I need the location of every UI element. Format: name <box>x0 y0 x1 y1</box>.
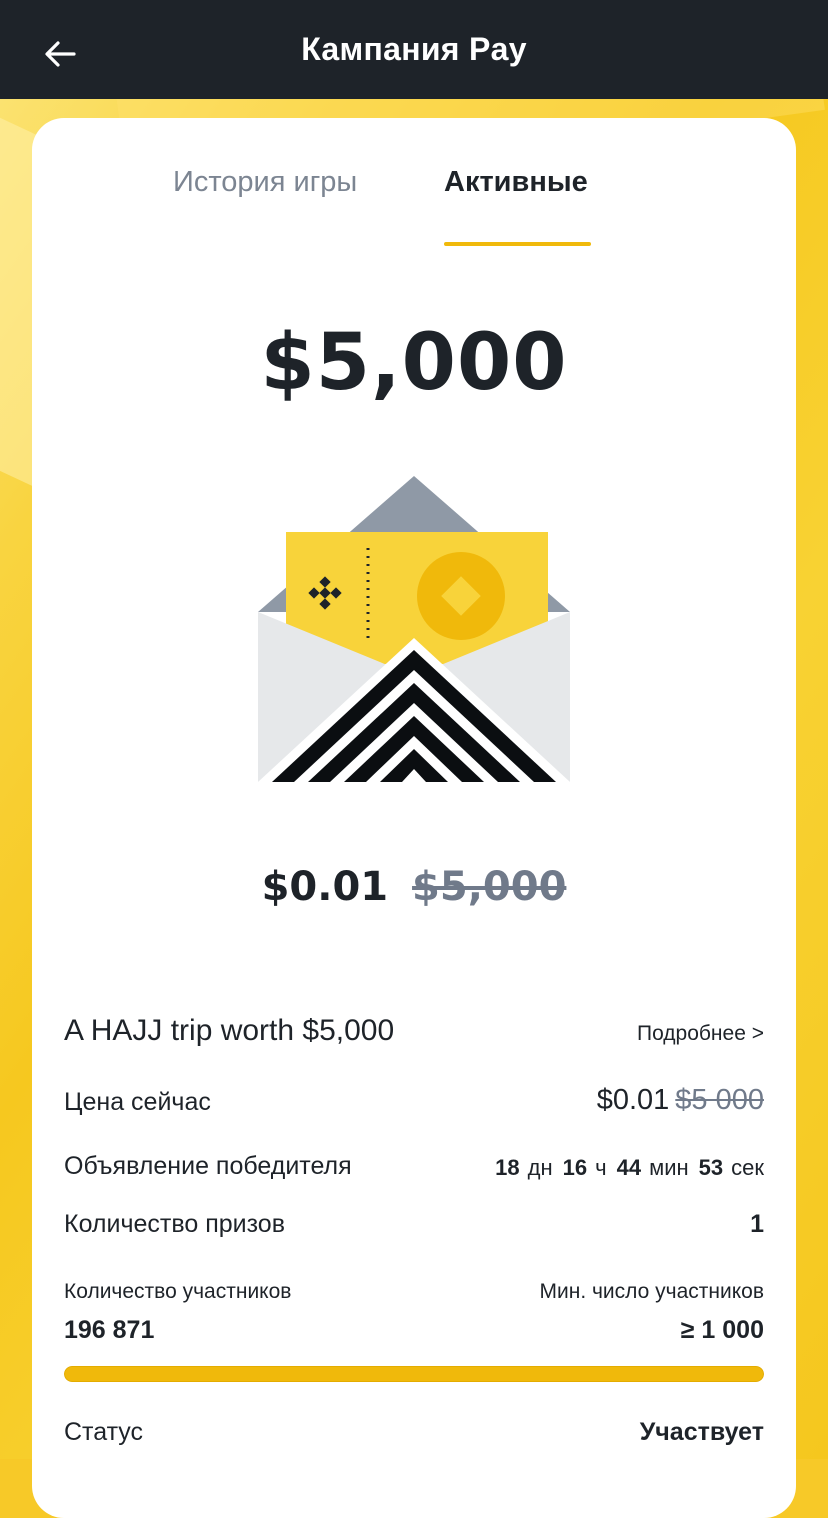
back-button[interactable] <box>40 34 80 74</box>
countdown-hours-unit: ч <box>595 1155 607 1180</box>
participants-progress-fill <box>64 1366 764 1382</box>
envelope-ticket-icon <box>258 476 570 782</box>
countdown-seconds-unit: сек <box>731 1155 764 1180</box>
status-value: Участвует <box>639 1418 764 1446</box>
details-link[interactable]: Подробнее > <box>637 1022 764 1046</box>
current-price-label: Цена сейчас <box>64 1088 211 1116</box>
prizes-value: 1 <box>750 1210 764 1238</box>
countdown-hours: 16 <box>562 1155 588 1180</box>
prizes-label: Количество призов <box>64 1210 285 1238</box>
countdown-days-unit: дн <box>527 1155 553 1180</box>
countdown-minutes-unit: мин <box>649 1155 689 1180</box>
participants-progress-bar <box>64 1366 764 1382</box>
tab-bar: История игры Активные <box>32 118 796 248</box>
status-label: Статус <box>64 1418 144 1446</box>
active-tab-indicator <box>444 242 591 246</box>
arrow-left-icon <box>45 41 76 67</box>
min-participants-value: ≥ 1 000 <box>680 1316 764 1344</box>
prizes-row: Количество призов 1 <box>64 1210 764 1246</box>
campaign-title-row: A HAJJ trip worth $5,000 Подробнее > <box>64 1014 764 1054</box>
page-title: Кампания Pay <box>301 31 527 67</box>
top-bar: Кампания Pay <box>0 0 828 99</box>
current-price-value: $0.01 $5 000 <box>597 1084 764 1117</box>
participants-row: Количество участников 196 871 Мин. число… <box>64 1280 764 1350</box>
tab-active[interactable]: Активные <box>444 166 588 199</box>
current-price: $0.01 <box>261 864 389 910</box>
winner-announcement-label: Объявление победителя <box>64 1152 352 1180</box>
status-row: Статус Участвует <box>64 1418 764 1458</box>
countdown-timer: 18 дн 16 ч 44 мин 53 сек <box>495 1155 764 1181</box>
tab-game-history[interactable]: История игры <box>173 166 357 199</box>
min-participants-label: Мин. число участников <box>539 1280 765 1303</box>
participants-value: 196 871 <box>64 1316 155 1344</box>
campaign-title: A HAJJ trip worth $5,000 <box>64 1014 395 1047</box>
countdown-seconds: 53 <box>698 1155 724 1180</box>
countdown-days: 18 <box>495 1155 520 1180</box>
countdown-minutes: 44 <box>616 1155 642 1180</box>
price-summary: $0.01 $5,000 <box>32 864 796 910</box>
participants-label: Количество участников <box>64 1280 292 1303</box>
original-price: $5,000 <box>412 864 567 910</box>
winner-announcement-row: Объявление победителя 18 дн 16 ч 44 мин 53 сек <box>64 1152 764 1188</box>
prize-amount: $5,000 <box>260 318 568 408</box>
current-price-row: Цена сейчас $0.01 $5 000 <box>64 1084 764 1124</box>
campaign-card: История игры Активные $5,000 $0.01 $5,00… <box>32 118 796 1518</box>
current-price-amount: $0.01 <box>596 1084 670 1116</box>
current-price-original: $5 000 <box>675 1084 764 1116</box>
